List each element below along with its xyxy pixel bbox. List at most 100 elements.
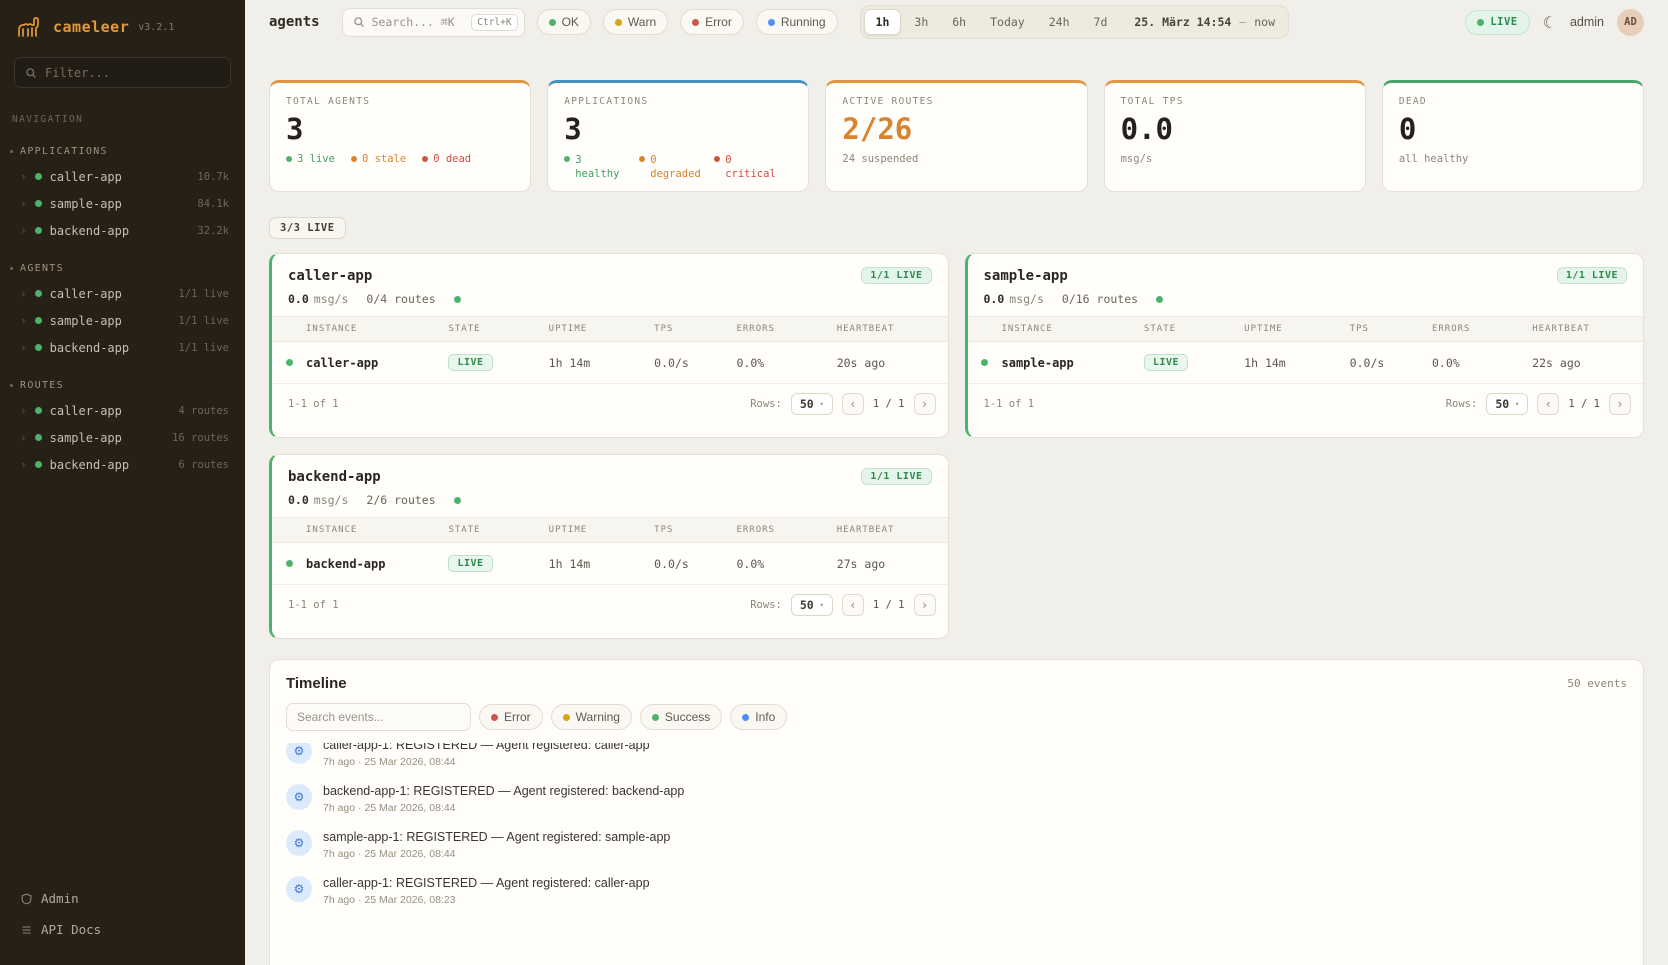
rows-per-page-select[interactable]: 50 ▾ [791, 594, 833, 616]
camel-logo-icon [16, 15, 44, 39]
filter-chip-warn[interactable]: Warn [603, 9, 668, 35]
sidebar-filter [14, 57, 231, 88]
section-header-routes[interactable]: ROUTES [0, 375, 245, 397]
col-instance: INSTANCE [306, 324, 448, 334]
rows-per-page-select[interactable]: 50 ▾ [1486, 393, 1528, 415]
next-page-button[interactable]: › [914, 594, 936, 616]
username[interactable]: admin [1570, 15, 1604, 29]
sidebar-item-routes-caller-app[interactable]: › caller-app 4 routes [0, 397, 245, 424]
time-range-7d[interactable]: 7d [1083, 9, 1119, 35]
timeline-chip-success[interactable]: Success [640, 704, 722, 730]
sidebar-item-applications-caller-app[interactable]: › caller-app 10.7k [0, 163, 245, 190]
sidebar-section-routes: ROUTES › caller-app 4 routes › sample-ap… [0, 375, 245, 478]
table-header: INSTANCE STATE UPTIME TPS ERRORS HEARTBE… [968, 316, 1644, 342]
time-range-3h[interactable]: 3h [903, 9, 939, 35]
stat-card-dead: DEAD 0 all healthy [1382, 80, 1644, 192]
sidebar-item-admin[interactable]: Admin [0, 883, 245, 914]
timeline-event: ⚙ sample-app-1: REGISTERED — Agent regis… [286, 822, 1627, 868]
table-header: INSTANCE STATE UPTIME TPS ERRORS HEARTBE… [272, 316, 948, 342]
timeline-card: Timeline 50 events Error Warning Success [269, 659, 1644, 965]
table-footer: 1-1 of 1 Rows: 50 ▾ ‹ 1 / 1 › [968, 384, 1644, 424]
next-page-button[interactable]: › [914, 393, 936, 415]
page-indicator: 1 / 1 [873, 599, 905, 611]
sidebar-item-agents-sample-app[interactable]: › sample-app 1/1 live [0, 307, 245, 334]
status-dot-icon [35, 407, 42, 414]
global-search-input[interactable] [372, 15, 465, 29]
status-dot-icon [564, 156, 570, 162]
sidebar-item-badge: 16 routes [172, 432, 229, 444]
table-row[interactable]: sample-app LIVE 1h 14m 0.0/s 0.0% 22s ag… [968, 342, 1644, 384]
col-errors: ERRORS [1432, 324, 1532, 334]
time-range-1h[interactable]: 1h [864, 9, 902, 35]
filter-chip-error[interactable]: Error [680, 9, 744, 35]
sidebar-item-applications-sample-app[interactable]: › sample-app 84.1k [0, 190, 245, 217]
rows-per-page-select[interactable]: 50 ▾ [791, 393, 833, 415]
state-live-pill: LIVE [448, 354, 492, 371]
routes-count: 0/16 routes [1062, 292, 1138, 306]
time-range-24h[interactable]: 24h [1038, 9, 1081, 35]
app-card-title[interactable]: sample-app [984, 268, 1068, 284]
event-title: caller-app-1: REGISTERED — Agent registe… [323, 876, 650, 890]
stat-sub-label: 3 healthy [575, 153, 623, 181]
stat-value: 0.0 [1121, 112, 1349, 146]
page-indicator: 1 / 1 [1568, 398, 1600, 410]
sidebar-item-routes-backend-app[interactable]: › backend-app 6 routes [0, 451, 245, 478]
app-logo[interactable]: cameleer v3.2.1 [0, 0, 245, 51]
app-card-stats: 0.0 msg/s 0/4 routes [272, 292, 948, 316]
tps-value: 0.0 [288, 493, 309, 507]
next-page-button[interactable]: › [1609, 393, 1631, 415]
sidebar-item-agents-backend-app[interactable]: › backend-app 1/1 live [0, 334, 245, 361]
sidebar-footer-label: Admin [41, 891, 79, 906]
dark-mode-toggle-moon-icon[interactable]: ☾ [1543, 13, 1557, 32]
section-marker-icon [10, 150, 13, 153]
table-footer: 1-1 of 1 Rows: 50 ▾ ‹ 1 / 1 › [272, 585, 948, 625]
filter-chip-running[interactable]: Running [756, 9, 838, 35]
app-card-title[interactable]: backend-app [288, 469, 381, 485]
stat-sub-label: 0 dead [433, 153, 471, 165]
event-gear-icon: ⚙ [286, 743, 312, 764]
section-header-agents[interactable]: AGENTS [0, 258, 245, 280]
time-range-6h[interactable]: 6h [941, 9, 977, 35]
chip-label: Warn [628, 15, 656, 29]
timeline-chip-error[interactable]: Error [479, 704, 543, 730]
timeline-chip-warning[interactable]: Warning [551, 704, 632, 730]
stat-subtext: all healthy [1399, 153, 1627, 165]
nav-heading: NAVIGATION [0, 96, 245, 127]
sidebar-item-agents-caller-app[interactable]: › caller-app 1/1 live [0, 280, 245, 307]
sidebar-item-api-docs[interactable]: API Docs [0, 914, 245, 945]
state-live-pill: LIVE [1144, 354, 1188, 371]
status-dot-icon [35, 344, 42, 351]
sidebar-item-applications-backend-app[interactable]: › backend-app 32.2k [0, 217, 245, 244]
chevron-right-icon: › [20, 287, 27, 300]
prev-page-button[interactable]: ‹ [842, 393, 864, 415]
timeline-search-input[interactable] [297, 710, 460, 724]
app-card-stats: 0.0 msg/s 0/16 routes [968, 292, 1644, 316]
sidebar-filter-input[interactable] [45, 66, 220, 80]
table-row[interactable]: caller-app LIVE 1h 14m 0.0/s 0.0% 20s ag… [272, 342, 948, 384]
live-status-badge: LIVE [1465, 10, 1529, 35]
event-time: 7h ago · 25 Mar 2026, 08:44 [323, 848, 670, 860]
cell-instance: sample-app [1002, 356, 1144, 370]
timeline-chip-info[interactable]: Info [730, 704, 787, 730]
filter-chip-ok[interactable]: OK [537, 9, 591, 35]
prev-page-button[interactable]: ‹ [1537, 393, 1559, 415]
stat-value: 3 [564, 112, 792, 146]
status-dot-icon [35, 173, 42, 180]
timeline-events-list[interactable]: ⚙ caller-app-1: REGISTERED — Agent regis… [270, 743, 1643, 965]
app-card-title[interactable]: caller-app [288, 268, 372, 284]
time-range-today[interactable]: Today [979, 9, 1036, 35]
sparkline-dot-icon [1156, 296, 1163, 303]
col-tps: TPS [654, 525, 736, 535]
prev-page-button[interactable]: ‹ [842, 594, 864, 616]
status-dot-icon [563, 714, 570, 721]
event-time: 7h ago · 25 Mar 2026, 08:44 [323, 802, 684, 814]
section-header-applications[interactable]: APPLICATIONS [0, 141, 245, 163]
sidebar-item-routes-sample-app[interactable]: › sample-app 16 routes [0, 424, 245, 451]
main-area: agents Ctrl+K OK Warn Error Running 1h 3… [245, 0, 1668, 965]
chevron-right-icon: › [20, 197, 27, 210]
table-row[interactable]: backend-app LIVE 1h 14m 0.0/s 0.0% 27s a… [272, 543, 948, 585]
avatar[interactable]: AD [1617, 9, 1644, 36]
section-label: APPLICATIONS [20, 146, 108, 157]
content: TOTAL AGENTS 3 3 live 0 stale 0 dead APP… [245, 44, 1668, 965]
routes-count: 2/6 routes [366, 493, 435, 507]
